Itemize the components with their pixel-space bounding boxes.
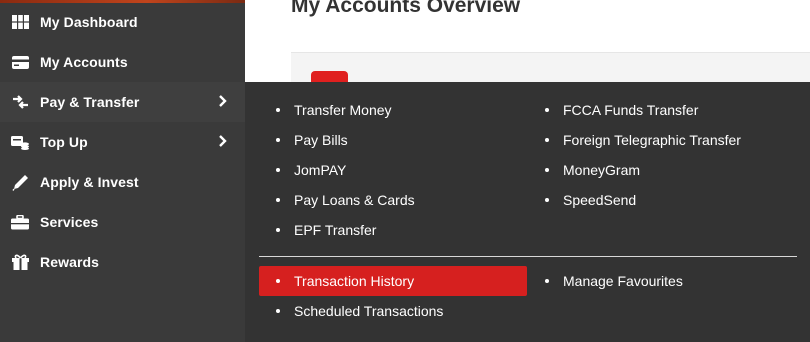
sidebar-item-top-up[interactable]: Top Up (0, 122, 245, 162)
menu-item-label: FCCA Funds Transfer (563, 102, 699, 118)
menu-item-label: Foreign Telegraphic Transfer (563, 132, 741, 148)
coins-icon (11, 134, 29, 150)
menu-item-label: Manage Favourites (563, 273, 683, 289)
sidebar-item-services[interactable]: Services (0, 202, 245, 242)
menu-item-transfer-money[interactable]: Transfer Money (276, 95, 392, 125)
transfer-icon (11, 94, 29, 110)
menu-item-manage-favourites[interactable]: Manage Favourites (545, 266, 683, 296)
sidebar-item-label: Apply & Invest (40, 174, 139, 190)
sidebar-item-pay-transfer[interactable]: Pay & Transfer (0, 82, 245, 122)
sidebar-item-label: My Accounts (40, 54, 128, 70)
bullet-icon (276, 309, 280, 313)
menu-item-label: MoneyGram (563, 162, 641, 178)
bullet-icon (276, 168, 280, 172)
sidebar: My Dashboard My Accounts Pay & Transfer … (0, 0, 245, 342)
menu-item-label: Pay Bills (294, 132, 348, 148)
menu-item-label: SpeedSend (563, 192, 637, 208)
sidebar-item-my-dashboard[interactable]: My Dashboard (0, 2, 245, 42)
menu-item-transaction-history[interactable]: Transaction History (276, 266, 414, 296)
sidebar-item-my-accounts[interactable]: My Accounts (0, 42, 245, 82)
bullet-icon (276, 228, 280, 232)
bullet-icon (545, 138, 549, 142)
menu-item-label: Scheduled Transactions (294, 303, 444, 319)
bullet-icon (276, 138, 280, 142)
menu-item-scheduled-transactions[interactable]: Scheduled Transactions (276, 296, 443, 326)
menu-item-label: Transfer Money (294, 102, 392, 118)
bullet-icon (276, 279, 280, 283)
sidebar-item-apply-invest[interactable]: Apply & Invest (0, 162, 245, 202)
menu-item-speedsend[interactable]: SpeedSend (545, 185, 636, 215)
menu-item-epf-transfer[interactable]: EPF Transfer (276, 215, 376, 245)
bullet-icon (545, 168, 549, 172)
menu-item-pay-bills[interactable]: Pay Bills (276, 125, 348, 155)
sidebar-item-label: Pay & Transfer (40, 94, 140, 110)
grid-icon (11, 14, 29, 30)
pen-icon (11, 174, 29, 191)
menu-item-jompay[interactable]: JomPAY (276, 155, 346, 185)
page-title: My Accounts Overview (291, 0, 521, 17)
sidebar-item-label: My Dashboard (40, 14, 138, 30)
menu-item-label: EPF Transfer (294, 222, 377, 238)
menu-divider (259, 256, 797, 257)
gift-icon (11, 254, 29, 270)
bullet-icon (545, 279, 549, 283)
bullet-icon (545, 108, 549, 112)
sidebar-item-rewards[interactable]: Rewards (0, 242, 245, 282)
bullet-icon (545, 198, 549, 202)
bullet-icon (276, 198, 280, 202)
bullet-icon (276, 108, 280, 112)
briefcase-icon (11, 214, 29, 230)
menu-item-label: Pay Loans & Cards (294, 192, 415, 208)
card-icon (11, 54, 29, 70)
chevron-right-icon (218, 134, 230, 150)
sidebar-item-label: Rewards (40, 254, 100, 270)
menu-item-pay-loans-cards[interactable]: Pay Loans & Cards (276, 185, 415, 215)
sidebar-item-label: Services (40, 214, 99, 230)
menu-item-fcca-funds-transfer[interactable]: FCCA Funds Transfer (545, 95, 698, 125)
chevron-right-icon (218, 94, 230, 110)
menu-item-label: JomPAY (294, 162, 347, 178)
menu-item-foreign-telegraphic-transfer[interactable]: Foreign Telegraphic Transfer (545, 125, 741, 155)
menu-item-label: Transaction History (294, 273, 415, 289)
menu-item-moneygram[interactable]: MoneyGram (545, 155, 640, 185)
sidebar-item-label: Top Up (40, 134, 88, 150)
